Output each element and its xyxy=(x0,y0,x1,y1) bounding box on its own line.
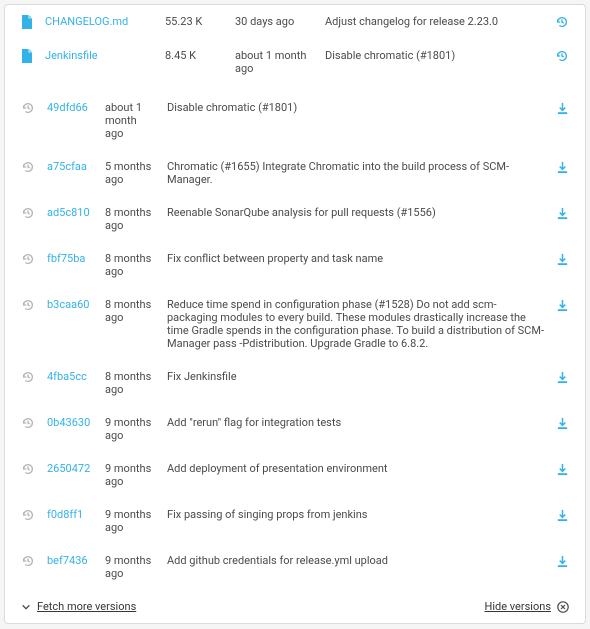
commit-row: 4fba5cc 8 months agoFix Jenkinsfile xyxy=(5,360,585,406)
file-name-link[interactable]: CHANGELOG.md xyxy=(45,15,128,28)
download-icon[interactable] xyxy=(556,298,569,311)
file-browser-panel: CHANGELOG.md 55.23 K30 days agoAdjust cha… xyxy=(4,4,586,624)
commit-date: 8 months ago xyxy=(99,242,161,288)
commit-hash-link[interactable]: 2650472 xyxy=(47,462,90,475)
download-icon[interactable] xyxy=(556,554,569,567)
commit-date: 5 months ago xyxy=(99,150,161,196)
commit-message: Reduce time spend in configuration phase… xyxy=(161,288,550,360)
commit-message: Fix conflict between property and task n… xyxy=(161,242,550,288)
commit-row: b3caa60 8 months agoReduce time spend in … xyxy=(5,288,585,360)
commit-date: 8 months ago xyxy=(99,360,161,406)
commit-message: Disable chromatic (#1801) xyxy=(161,91,550,150)
file-commit-msg: Adjust changelog for release 2.23.0 xyxy=(319,5,549,39)
history-icon xyxy=(21,462,35,475)
chevron-down-icon xyxy=(21,600,31,613)
close-icon[interactable] xyxy=(557,600,569,613)
download-icon[interactable] xyxy=(556,252,569,265)
history-icon xyxy=(21,508,35,521)
download-icon[interactable] xyxy=(556,416,569,429)
commit-date: 9 months ago xyxy=(99,452,161,498)
commit-row: 0b43630 9 months agoAdd "rerun" flag for … xyxy=(5,406,585,452)
commit-message: Chromatic (#1655) Integrate Chromatic in… xyxy=(161,150,550,196)
commit-date: 9 months ago xyxy=(99,544,161,590)
commit-message: Add deployment of presentation environme… xyxy=(161,452,550,498)
file-name-link[interactable]: Jenkinsfile xyxy=(45,49,98,62)
history-icon[interactable] xyxy=(555,15,569,28)
commit-row: a75cfaa 5 months agoChromatic (#1655) Int… xyxy=(5,150,585,196)
commit-date: 8 months ago xyxy=(99,288,161,360)
history-icon xyxy=(21,206,35,219)
commit-hash-link[interactable]: 0b43630 xyxy=(47,416,90,429)
commit-hash-link[interactable]: ad5c810 xyxy=(47,206,90,219)
history-icon xyxy=(21,554,35,567)
commit-hash-link[interactable]: f0d8ff1 xyxy=(47,508,83,521)
commit-date: 9 months ago xyxy=(99,498,161,544)
download-icon[interactable] xyxy=(556,206,569,219)
history-icon[interactable] xyxy=(555,49,569,62)
history-icon xyxy=(21,160,35,173)
file-row[interactable]: Jenkinsfile 8.45 Kabout 1 month agoDisabl… xyxy=(5,39,585,85)
commit-hash-link[interactable]: a75cfaa xyxy=(47,160,87,173)
history-icon xyxy=(21,252,35,265)
download-icon[interactable] xyxy=(556,101,569,114)
history-icon xyxy=(21,416,35,429)
history-icon xyxy=(21,101,35,114)
commit-date: 9 months ago xyxy=(99,406,161,452)
commit-row: ad5c810 8 months agoReenable SonarQube an… xyxy=(5,196,585,242)
download-icon[interactable] xyxy=(556,370,569,383)
commit-hash-link[interactable]: bef7436 xyxy=(47,554,88,567)
file-size: 8.45 K xyxy=(159,39,229,85)
commit-list: 49dfd66 about 1 month agoDisable chromati… xyxy=(5,91,585,590)
commit-hash-link[interactable]: 4fba5cc xyxy=(47,370,87,383)
commit-date: 8 months ago xyxy=(99,196,161,242)
file-row[interactable]: CHANGELOG.md 55.23 K30 days agoAdjust cha… xyxy=(5,5,585,39)
commit-hash-link[interactable]: b3caa60 xyxy=(47,298,89,311)
download-icon[interactable] xyxy=(556,508,569,521)
file-date: 30 days ago xyxy=(229,5,319,39)
commit-message: Reenable SonarQube analysis for pull req… xyxy=(161,196,550,242)
commit-row: fbf75ba 8 months agoFix conflict between … xyxy=(5,242,585,288)
commit-hash-link[interactable]: 49dfd66 xyxy=(47,101,88,114)
download-icon[interactable] xyxy=(556,462,569,475)
commit-hash-link[interactable]: fbf75ba xyxy=(47,252,85,265)
history-icon xyxy=(21,298,35,311)
file-commit-msg: Disable chromatic (#1801) xyxy=(319,39,549,85)
download-icon[interactable] xyxy=(556,160,569,173)
commit-row: 49dfd66 about 1 month agoDisable chromati… xyxy=(5,91,585,150)
file-icon xyxy=(21,15,33,28)
fetch-more-versions-link[interactable]: Fetch more versions xyxy=(37,600,136,613)
commit-row: f0d8ff1 9 months agoFix passing of singin… xyxy=(5,498,585,544)
commit-message: Add "rerun" flag for integration tests xyxy=(161,406,550,452)
file-list: CHANGELOG.md 55.23 K30 days agoAdjust cha… xyxy=(5,5,585,91)
file-date: about 1 month ago xyxy=(229,39,319,85)
commit-message: Fix Jenkinsfile xyxy=(161,360,550,406)
file-size: 55.23 K xyxy=(159,5,229,39)
versions-footer: Fetch more versions Hide versions xyxy=(5,590,585,623)
commit-message: Fix passing of singing props from jenkin… xyxy=(161,498,550,544)
commit-message: Add github credentials for release.yml u… xyxy=(161,544,550,590)
commit-row: 2650472 9 months agoAdd deployment of pre… xyxy=(5,452,585,498)
commit-row: bef7436 9 months agoAdd github credential… xyxy=(5,544,585,590)
hide-versions-link[interactable]: Hide versions xyxy=(485,600,551,613)
file-icon xyxy=(21,49,33,62)
commit-date: about 1 month ago xyxy=(99,91,161,150)
history-icon xyxy=(21,370,35,383)
